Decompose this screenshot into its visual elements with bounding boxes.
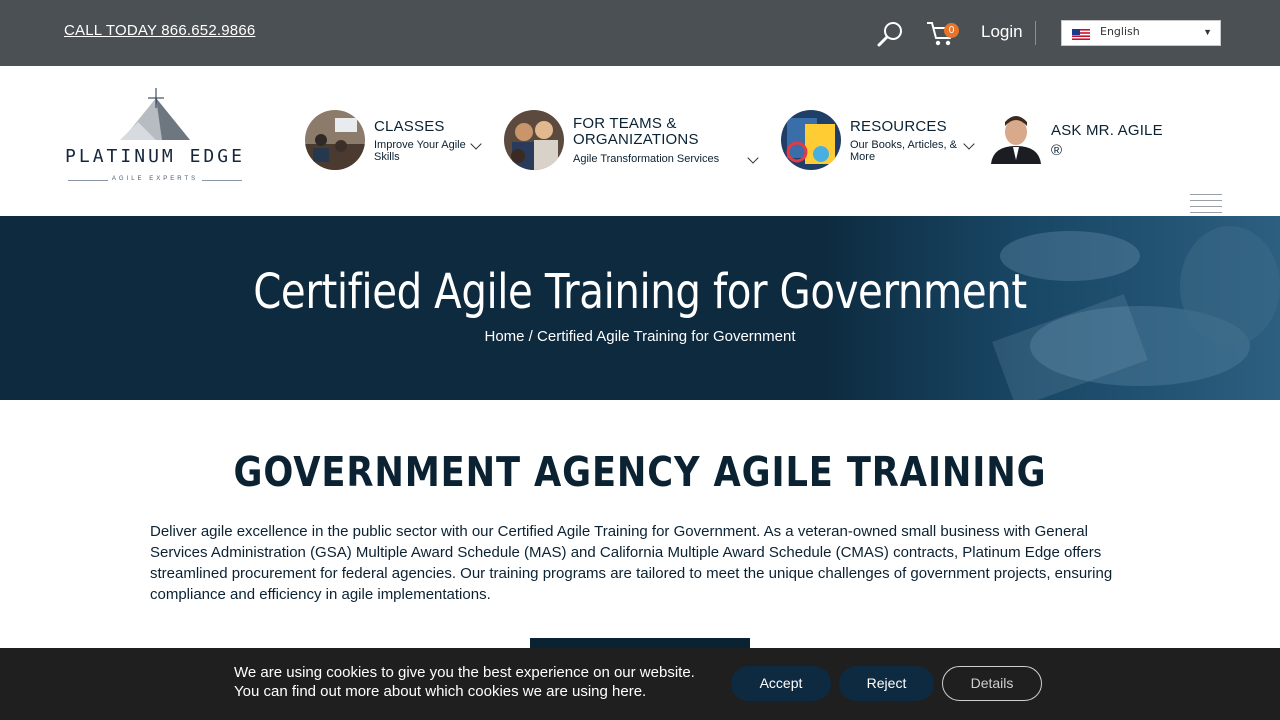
accept-cookies-button[interactable]: Accept bbox=[731, 666, 831, 701]
nav-sub-teams: Agile Transformation Services bbox=[573, 153, 720, 165]
chevron-down-icon bbox=[747, 152, 759, 164]
hamburger-icon[interactable] bbox=[1190, 194, 1222, 214]
nav-title-classes: CLASSES bbox=[374, 118, 445, 135]
search-icon[interactable] bbox=[876, 20, 904, 48]
chevron-down-icon bbox=[963, 138, 975, 150]
cookie-message-line-1: We are using cookies to give you the bes… bbox=[234, 664, 695, 681]
nav-item-resources[interactable]: RESOURCES Our Books, Articles, & More bbox=[781, 110, 981, 174]
breadcrumb-separator: / bbox=[524, 328, 538, 345]
reject-cookies-button[interactable]: Reject bbox=[839, 666, 934, 701]
cookie-message: We are using cookies to give you the bes… bbox=[234, 663, 695, 701]
main-nav: PLATINUM EDGE AGILE EXPERTS CLASSES Impr… bbox=[0, 66, 1280, 216]
cookie-message-line-2[interactable]: You can find out more about which cookie… bbox=[234, 682, 695, 701]
logo-title: PLATINUM EDGE bbox=[65, 146, 245, 167]
nav-title-ask-mr-agile: ASK MR. AGILE ® bbox=[1051, 122, 1163, 159]
nav-item-ask-mr-agile[interactable]: ASK MR. AGILE ® bbox=[985, 110, 1170, 174]
teams-photo bbox=[504, 110, 564, 170]
logo-mark-icon bbox=[120, 88, 190, 140]
breadcrumb: Home / Certified Agile Training for Gove… bbox=[0, 328, 1280, 345]
cart-count-badge: 0 bbox=[944, 23, 959, 38]
divider bbox=[1035, 21, 1036, 45]
section-heading: GOVERNMENT AGENCY AGILE TRAINING bbox=[233, 448, 1047, 496]
mr-agile-photo bbox=[985, 114, 1047, 164]
logo[interactable]: PLATINUM EDGE AGILE EXPERTS bbox=[64, 88, 246, 188]
nav-item-teams[interactable]: FOR TEAMS & ORGANIZATIONS Agile Transfor… bbox=[504, 110, 764, 174]
language-select[interactable]: English ▼ bbox=[1061, 20, 1221, 46]
caret-down-icon: ▼ bbox=[1203, 27, 1212, 37]
breadcrumb-current: Certified Agile Training for Government bbox=[537, 328, 796, 345]
nav-title-resources: RESOURCES bbox=[850, 118, 947, 135]
top-bar: CALL TODAY 866.652.9866 0 Login English … bbox=[0, 0, 1280, 66]
call-today-link[interactable]: CALL TODAY 866.652.9866 bbox=[64, 22, 255, 39]
intro-paragraph: Deliver agile excellence in the public s… bbox=[150, 523, 1113, 603]
hero-banner: Certified Agile Training for Government … bbox=[0, 216, 1280, 400]
cookie-details-button[interactable]: Details bbox=[942, 666, 1042, 701]
breadcrumb-home-link[interactable]: Home bbox=[485, 328, 525, 345]
page-title: Certified Agile Training for Government bbox=[253, 264, 1027, 320]
cookie-banner: We are using cookies to give you the bes… bbox=[0, 648, 1280, 720]
nav-item-classes[interactable]: CLASSES Improve Your Agile Skills bbox=[305, 110, 495, 174]
classes-photo bbox=[305, 110, 365, 170]
resources-photo bbox=[781, 110, 841, 170]
login-link[interactable]: Login bbox=[981, 22, 1023, 42]
us-flag-icon bbox=[1072, 29, 1090, 40]
language-label: English bbox=[1100, 25, 1140, 38]
nav-sub-classes: Improve Your Agile Skills bbox=[374, 139, 466, 163]
logo-subtitle: AGILE EXPERTS bbox=[111, 176, 199, 182]
nav-title-teams: FOR TEAMS & ORGANIZATIONS bbox=[573, 115, 699, 148]
nav-sub-resources: Our Books, Articles, & More bbox=[850, 139, 957, 163]
